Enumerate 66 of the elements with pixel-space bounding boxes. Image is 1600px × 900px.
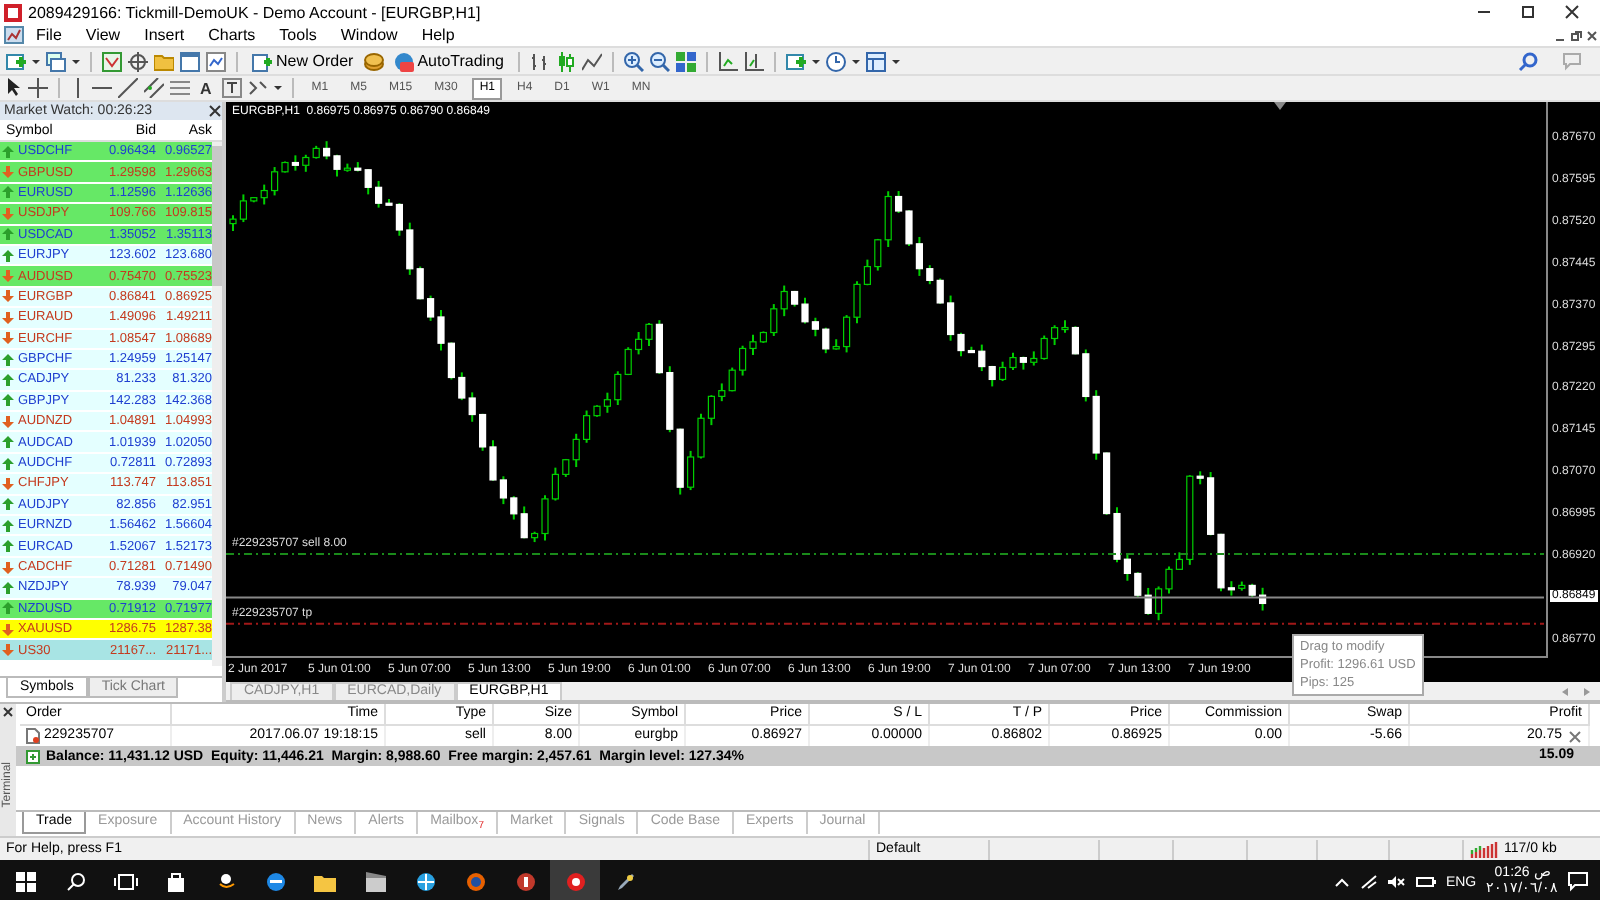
lifebuoy-icon[interactable] [565,872,585,892]
channel-icon[interactable] [144,78,164,98]
crosshair-icon[interactable] [128,51,148,71]
shopping-bag-icon[interactable] [165,872,185,892]
tester-icon[interactable] [206,51,226,71]
chevron-up-icon[interactable] [1333,874,1350,890]
order-line[interactable] [226,622,1544,625]
circle-logo-icon[interactable] [515,872,535,892]
order-icon [252,51,272,71]
trend-line-icon[interactable] [118,78,138,98]
profiles-icon[interactable] [46,51,66,71]
template-icon[interactable] [865,51,886,71]
close-icon[interactable] [2,706,14,718]
zoom-out-icon[interactable] [649,51,670,71]
autotrading-button[interactable]: AutoTrading [389,49,508,73]
windows-logo-icon [15,872,35,892]
shift-marker-icon[interactable] [1274,102,1286,110]
clock-icon[interactable] [825,51,846,71]
arrows-icon[interactable] [247,78,268,98]
task-view-icon[interactable] [113,872,137,892]
crosshair-icon[interactable] [28,78,48,98]
clapperboard-icon[interactable] [365,872,385,892]
maximize-icon[interactable] [1520,4,1536,20]
new-order-button[interactable]: New Order [248,49,358,73]
menu-item[interactable]: Charts [196,26,268,44]
battery-icon[interactable] [1415,874,1436,890]
search-icon[interactable] [65,872,85,892]
wifi-icon[interactable] [1359,874,1378,890]
line-chart-icon[interactable] [581,51,602,71]
speaker-muted-icon[interactable] [1387,874,1406,890]
browser-icon[interactable] [265,872,285,892]
menu-item[interactable]: Help [409,26,467,44]
cursor-icon[interactable] [6,78,22,98]
globe-icon[interactable] [415,872,435,892]
fibonacci-icon[interactable] [170,78,190,98]
tile-windows-icon[interactable] [675,51,696,71]
window-title: 2089429166: Tickmill-DemoUK - Demo Account - [EURGBP,H1] [28,3,483,21]
menu-item[interactable]: Insert [132,26,197,44]
bar-chart-icon[interactable] [529,51,550,71]
chart-app-icon[interactable] [4,26,24,44]
close-icon[interactable] [1584,27,1600,43]
new-chart-icon[interactable] [6,51,26,71]
coins-icon[interactable] [363,51,384,71]
window-icon[interactable] [180,51,200,71]
scrollbar[interactable] [212,142,222,666]
connection-bars-icon [1470,841,1498,857]
auto-scroll-icon[interactable] [717,51,738,71]
order-line[interactable] [226,553,1544,556]
indicator-icon[interactable] [785,51,806,71]
document-icon [26,728,40,744]
menu-item[interactable]: View [73,26,133,44]
menu-item[interactable]: Window [328,26,410,44]
menu-item[interactable]: Tools [267,26,329,44]
notification-icon[interactable] [1568,872,1588,892]
folder-icon[interactable] [314,873,336,891]
balance-icon [26,749,40,763]
close-icon[interactable] [1564,4,1580,20]
candlestick-icon[interactable] [555,51,576,71]
zoom-in-icon[interactable] [623,51,644,71]
text-label-icon[interactable] [221,78,242,98]
menu-item[interactable]: File [24,26,74,44]
chart-shift-icon[interactable] [743,51,764,71]
restore-icon[interactable] [1568,27,1584,43]
close-icon[interactable] [208,104,222,118]
text-tool-button[interactable]: A [196,79,216,97]
pen-icon[interactable] [615,872,635,892]
